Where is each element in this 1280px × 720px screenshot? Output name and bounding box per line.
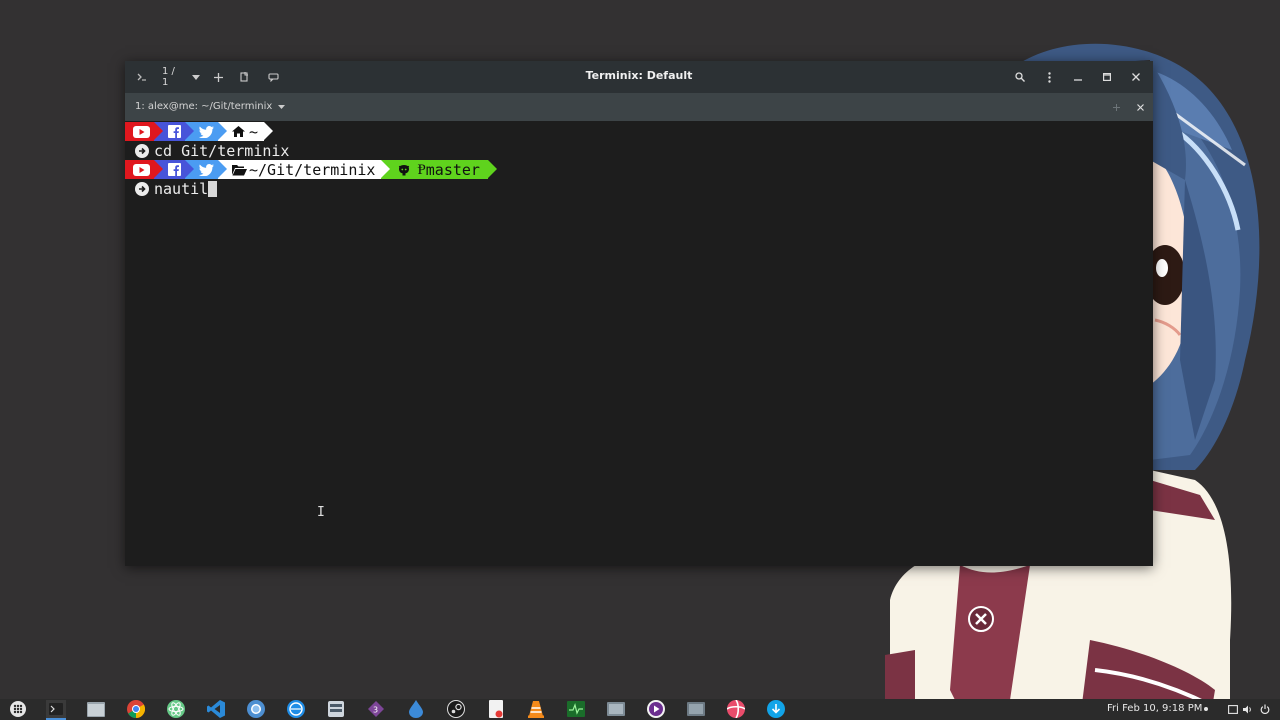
terminal-app-icon: [133, 61, 151, 93]
directory-path-segment: ~/Git/terminix: [218, 160, 391, 179]
current-path: ~/Git/terminix: [249, 160, 376, 179]
candy-icon[interactable]: [727, 700, 745, 718]
window-titlebar[interactable]: 1 / 1 Terminix: Default: [125, 61, 1153, 93]
terminal-icon[interactable]: [46, 700, 66, 720]
arrow-circle-icon: [135, 143, 149, 158]
minimize-button[interactable]: [1070, 61, 1086, 93]
facebook-icon: [168, 125, 181, 138]
youtube-icon: [133, 163, 150, 176]
screenshot-icon[interactable]: [607, 700, 625, 718]
search-icon: [1015, 72, 1025, 82]
session-list-dropdown[interactable]: [188, 61, 204, 93]
minimize-icon: [1074, 79, 1082, 81]
command-line: nautil: [125, 179, 218, 198]
clock[interactable]: Fri Feb 10, 9:18 PM: [1107, 699, 1202, 720]
system-monitor-icon[interactable]: [567, 700, 585, 718]
chevron-down-icon: [278, 105, 286, 109]
taskbar: 3 Fri Feb 10, 9:18 PM: [0, 699, 1280, 720]
close-icon: [1136, 103, 1144, 111]
command-text: cd Git/terminix: [154, 141, 290, 160]
menu-button[interactable]: [1041, 61, 1057, 93]
text-editor-icon[interactable]: [487, 700, 505, 718]
kebab-menu-icon: [1047, 71, 1051, 83]
twitter-icon: [199, 125, 214, 138]
chromium-icon[interactable]: [247, 700, 265, 718]
download-icon[interactable]: [767, 700, 785, 718]
notification-dot-icon[interactable]: [1199, 701, 1213, 717]
split-icon: [239, 72, 248, 82]
screen-icon[interactable]: [687, 700, 705, 718]
apps-grid-icon[interactable]: [9, 700, 27, 718]
sidebar-toggle-button[interactable]: [265, 61, 281, 93]
files-icon[interactable]: [87, 700, 105, 718]
svg-text:3: 3: [373, 706, 378, 715]
prompt-line: ~: [125, 122, 274, 141]
power-icon[interactable]: [1258, 701, 1272, 717]
plus-icon: [1112, 103, 1120, 111]
maximize-terminal-button[interactable]: [1110, 93, 1122, 121]
chrome-icon[interactable]: [127, 700, 145, 718]
vlc-icon[interactable]: [527, 700, 545, 718]
volume-icon[interactable]: [1241, 701, 1255, 717]
server-icon[interactable]: [327, 700, 345, 718]
vscode-icon[interactable]: [207, 700, 225, 718]
youtube-segment: [125, 160, 163, 179]
chevron-down-icon: [192, 74, 200, 80]
music-icon[interactable]: [647, 700, 665, 718]
terminal-window: 1 / 1 Terminix: Default 1: alex@me: ~/Gi…: [125, 61, 1153, 566]
drop-icon[interactable]: [407, 700, 425, 718]
window-icon[interactable]: [1226, 701, 1240, 717]
git-branch-name: master: [425, 160, 480, 179]
command-input[interactable]: nautil: [154, 180, 208, 198]
twitter-icon: [199, 163, 214, 176]
branch-glyph: Ᵽ: [417, 160, 426, 178]
home-icon: [232, 126, 245, 137]
folder-open-icon: [232, 164, 247, 175]
facebook-icon: [168, 163, 181, 176]
git-branch-segment: Ᵽmaster: [381, 160, 497, 179]
new-session-button[interactable]: [210, 61, 226, 93]
tor-icon[interactable]: 3: [367, 700, 385, 718]
terminal-tab-bar: 1: alex@me: ~/Git/terminix: [125, 93, 1153, 121]
session-counter: 1 / 1: [162, 66, 175, 88]
youtube-segment: [125, 122, 163, 141]
terminal-title-menu[interactable]: 1: alex@me: ~/Git/terminix: [135, 93, 286, 121]
chat-bubble-icon: [267, 72, 279, 82]
arrow-circle-icon: [135, 181, 149, 196]
mouse-ibeam-cursor-icon: I: [317, 505, 325, 520]
close-icon: [1132, 73, 1140, 81]
maximize-button[interactable]: [1099, 61, 1115, 93]
atom-icon[interactable]: [167, 700, 185, 718]
command-line: cd Git/terminix: [125, 141, 289, 160]
steam-icon[interactable]: [447, 700, 465, 718]
terminal-output[interactable]: ~ cd Git/terminix ~/Git/terminix Ᵽ maste…: [125, 121, 1153, 566]
plus-icon: [213, 72, 223, 82]
text-cursor: [208, 180, 218, 197]
close-terminal-button[interactable]: [1134, 93, 1146, 121]
add-terminal-button[interactable]: [236, 61, 252, 93]
close-window-button[interactable]: [1128, 61, 1144, 93]
github-icon: [399, 164, 410, 175]
prompt-line: ~/Git/terminix Ᵽmaster: [125, 160, 497, 179]
find-button[interactable]: [1011, 61, 1029, 93]
terminal-title-label: 1: alex@me: ~/Git/terminix: [135, 101, 273, 112]
current-path: ~: [249, 122, 259, 141]
browser-icon[interactable]: [287, 700, 305, 718]
maximize-icon: [1103, 73, 1111, 81]
youtube-icon: [133, 125, 150, 138]
